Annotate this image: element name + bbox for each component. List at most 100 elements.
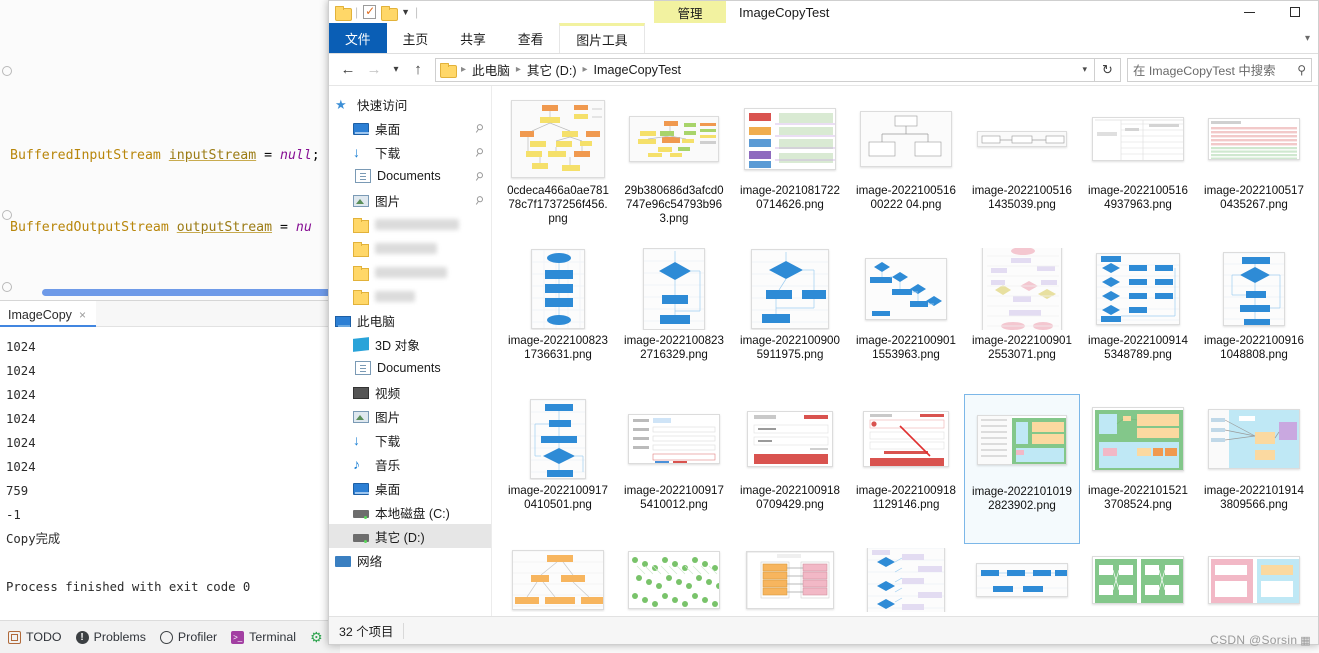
file-tile[interactable]: image-20221019143809566.png <box>1196 394 1312 544</box>
breadcrumb-this-pc[interactable]: 此电脑 <box>472 60 510 79</box>
nav-item-本地磁盘c[interactable]: 本地磁盘 (C:) <box>329 500 491 524</box>
file-tile[interactable]: image-20221009180709429.png <box>732 394 848 544</box>
close-icon[interactable]: × <box>79 308 86 322</box>
nav-item-documents[interactable]: Documents <box>329 356 491 380</box>
nav-item-redacted-5[interactable] <box>329 212 491 236</box>
file-tile[interactable]: image-20221008231736631.png <box>500 244 616 394</box>
chevron-down-icon[interactable]: ▾ <box>1082 64 1090 75</box>
file-tile[interactable] <box>616 544 732 616</box>
file-tile[interactable]: image-20221005161435039.png <box>964 94 1080 244</box>
file-tile[interactable]: image-20221009175410012.png <box>616 394 732 544</box>
file-tile[interactable]: image-202210051600222 04.png <box>848 94 964 244</box>
nav-item-视频[interactable]: 视频 <box>329 380 491 404</box>
fold-marker-icon[interactable] <box>2 282 12 292</box>
nav-item-其它d[interactable]: 其它 (D:) <box>329 524 491 548</box>
tab-imagecopy[interactable]: ImageCopy × <box>0 301 96 327</box>
file-tile[interactable]: 29b380686d3afcd0747e96c54793b963.png <box>616 94 732 244</box>
file-tile[interactable]: 0cdeca466a0ae78178c7f1737256f456.png <box>500 94 616 244</box>
file-tile[interactable]: image-20210817220714626.png <box>732 94 848 244</box>
address-breadcrumb-bar[interactable]: ▸ 此电脑 ▸ 其它 (D:) ▸ ImageCopyTest ▾ <box>435 57 1095 82</box>
breadcrumb-drive-d[interactable]: 其它 (D:) <box>527 60 577 79</box>
status-todo[interactable]: TODO <box>8 630 62 644</box>
file-name: 29b380686d3afcd0747e96c54793b963.png <box>624 184 724 225</box>
nav-item-下载[interactable]: ↓ 下载 ⚲ <box>329 140 491 164</box>
refresh-button[interactable]: ↻ <box>1095 57 1121 82</box>
navigation-pane[interactable]: ★ 快速访问 桌面 ⚲ ↓ 下载 ⚲ Documents ⚲ 图片 ⚲ 此电脑 3D 对象 Documen… <box>329 86 492 620</box>
file-tile[interactable]: image-20221009145348789.png <box>1080 244 1196 394</box>
ribbon-tab-share[interactable]: 共享 <box>444 23 502 53</box>
ribbon-tab-picture-tools[interactable]: 图片工具 <box>559 23 645 53</box>
file-tile[interactable]: image-20221010192823902.png <box>964 394 1080 544</box>
ribbon-tab-view[interactable]: 查看 <box>502 23 560 53</box>
fold-marker-icon[interactable] <box>2 66 12 76</box>
file-tile[interactable]: image-20221015213708524.png <box>1080 394 1196 544</box>
file-tile[interactable] <box>732 544 848 616</box>
nav-item-下载[interactable]: ↓ 下载 <box>329 428 491 452</box>
file-tile[interactable]: image-20221009170410501.png <box>500 394 616 544</box>
file-list-pane[interactable]: 0cdeca466a0ae78178c7f1737256f456.png 29b3… <box>492 86 1318 620</box>
pictures-icon <box>353 195 369 207</box>
nav-item-图片[interactable]: 图片 <box>329 404 491 428</box>
pin-icon[interactable]: ⚲ <box>472 168 486 183</box>
code-line: BufferedInputStream inputStream = null; <box>10 148 320 163</box>
pin-icon[interactable]: ⚲ <box>472 144 486 159</box>
code-editor[interactable]: BufferedInputStream inputStream = null; … <box>0 0 340 300</box>
recent-locations-button[interactable]: ▾ <box>387 57 405 83</box>
status-profiler[interactable]: Profiler <box>159 630 217 644</box>
status-problems[interactable]: ! Problems <box>75 630 146 644</box>
file-tile[interactable]: image-20221009012553071.png <box>964 244 1080 394</box>
fold-marker-icon[interactable] <box>2 210 12 220</box>
file-tile[interactable]: image-20221005170435267.png <box>1196 94 1312 244</box>
file-thumbnail <box>974 98 1070 180</box>
nav-item-快速访问[interactable]: ★ 快速访问 <box>329 92 491 116</box>
file-tile[interactable]: image-20221009181129146.png <box>848 394 964 544</box>
file-tile[interactable] <box>964 544 1080 616</box>
search-input[interactable]: 在 ImageCopyTest 中搜索 ⚲ <box>1127 57 1312 82</box>
status-terminal[interactable]: >_ Terminal <box>231 630 296 644</box>
file-tile[interactable] <box>1080 544 1196 616</box>
editor-horizontal-scrollbar[interactable] <box>42 289 332 296</box>
file-thumbnail <box>510 248 606 330</box>
nav-item-桌面[interactable]: 桌面 <box>329 476 491 500</box>
nav-item-桌面[interactable]: 桌面 ⚲ <box>329 116 491 140</box>
nav-item-图片[interactable]: 图片 ⚲ <box>329 188 491 212</box>
file-tile[interactable]: image-20221009005911975.png <box>732 244 848 394</box>
nav-item-此电脑[interactable]: 此电脑 <box>329 308 491 332</box>
file-thumbnail <box>1090 248 1186 330</box>
nav-item-documents[interactable]: Documents ⚲ <box>329 164 491 188</box>
file-tile[interactable]: image-20221009011553963.png <box>848 244 964 394</box>
file-tile[interactable] <box>1196 544 1312 616</box>
file-tile[interactable]: image-20221005164937963.png <box>1080 94 1196 244</box>
file-tile[interactable]: image-20221008232716329.png <box>616 244 732 394</box>
minimize-icon <box>1243 11 1255 13</box>
maximize-button[interactable] <box>1272 1 1318 23</box>
file-tile[interactable]: image-20221009161048808.png <box>1196 244 1312 394</box>
nav-item-音乐[interactable]: ♪ 音乐 <box>329 452 491 476</box>
forward-button[interactable]: → <box>361 57 387 83</box>
properties-icon[interactable] <box>363 4 377 19</box>
ribbon-tab-file[interactable]: 文件 <box>329 23 387 53</box>
up-button[interactable]: ↑ <box>405 57 431 83</box>
nav-item-3d对象[interactable]: 3D 对象 <box>329 332 491 356</box>
contextual-manage-tab[interactable]: 管理 <box>654 1 726 23</box>
nav-item-redacted-8[interactable] <box>329 284 491 308</box>
customize-caret-icon[interactable]: ▼ <box>401 7 410 17</box>
nav-item-redacted-6[interactable] <box>329 236 491 260</box>
new-folder-icon[interactable] <box>381 5 399 21</box>
pin-icon[interactable]: ⚲ <box>472 192 486 207</box>
folder-icon[interactable] <box>335 5 352 21</box>
this-pc-icon <box>335 315 351 327</box>
breadcrumb-imagecopytest[interactable]: ImageCopyTest <box>594 63 682 77</box>
pin-icon[interactable]: ⚲ <box>472 120 486 135</box>
status-settings[interactable]: ⚙ <box>310 630 323 644</box>
ribbon-tab-home[interactable]: 主页 <box>387 23 445 53</box>
file-name: image-202210051600222 04.png <box>856 184 956 211</box>
nav-item-网络[interactable]: 网络 <box>329 548 491 572</box>
file-tile[interactable] <box>848 544 964 616</box>
minimize-button[interactable] <box>1226 1 1272 23</box>
back-button[interactable]: ← <box>335 57 361 83</box>
chevron-down-icon[interactable]: ▾ <box>1305 33 1310 44</box>
nav-item-redacted-7[interactable] <box>329 260 491 284</box>
file-thumbnail <box>742 398 838 480</box>
file-tile[interactable] <box>500 544 616 616</box>
